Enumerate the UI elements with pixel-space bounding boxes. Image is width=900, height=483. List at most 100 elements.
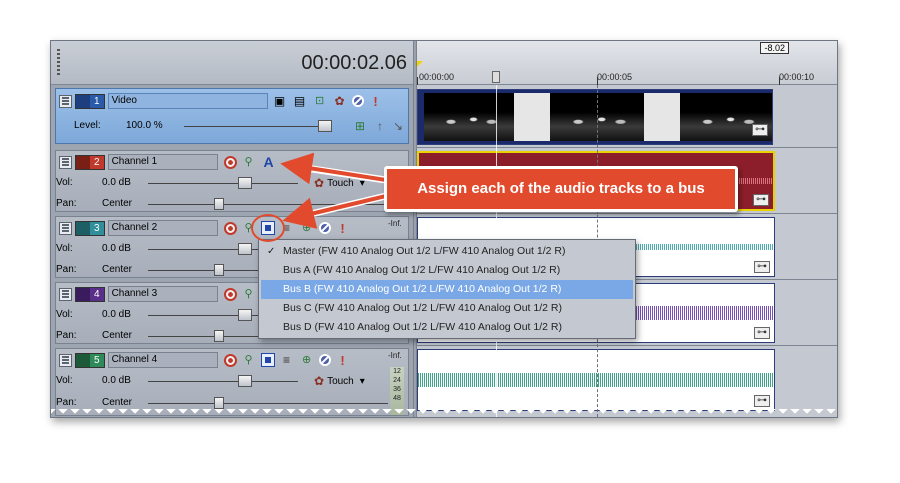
record-arm-icon[interactable] <box>223 155 237 169</box>
pan-slider[interactable] <box>148 336 258 337</box>
menu-item-bus-d[interactable]: Bus D (FW 410 Analog Out 1/2 L/FW 410 An… <box>261 318 633 337</box>
annotation-callout: Assign each of the audio tracks to a bus <box>384 166 738 212</box>
level-slider-knob[interactable] <box>318 120 332 132</box>
vol-slider-knob[interactable] <box>238 309 252 321</box>
mute-icon[interactable] <box>318 222 331 234</box>
solo-icon[interactable]: ! <box>335 352 351 368</box>
gear-icon[interactable]: ✿ <box>332 93 348 109</box>
level-slider[interactable] <box>184 126 324 127</box>
insert-fx-icon[interactable]: ⊕ <box>299 352 315 368</box>
pan-slider-knob[interactable] <box>214 198 224 210</box>
parent-icon[interactable]: ↑ <box>372 118 388 134</box>
automation-icon[interactable]: A <box>261 154 277 170</box>
timeline-ruler[interactable]: 00:00:00 00:00:05 00:00:10 -8.02 <box>417 41 837 85</box>
gear-icon: ✿ <box>314 374 325 388</box>
track-name[interactable]: Channel 4 <box>107 352 218 368</box>
playhead-handle[interactable] <box>492 71 500 83</box>
track-menu-icon[interactable] <box>59 353 72 367</box>
solo-icon[interactable]: ! <box>335 220 351 236</box>
vol-value: 0.0 dB <box>102 309 131 320</box>
pan-value: Center <box>102 198 133 209</box>
track-list-icon[interactable]: ≡ <box>279 352 295 368</box>
automation-mode-button[interactable]: ✿ Touch ▾ <box>314 176 365 190</box>
vol-slider-knob[interactable] <box>238 375 252 387</box>
insert-fx-icon[interactable]: ⊕ <box>299 220 315 236</box>
vol-slider-knob[interactable] <box>238 243 252 255</box>
pan-value: Center <box>102 330 133 341</box>
automation-mode-button[interactable]: ✿ Touch ▾ <box>314 374 365 388</box>
record-arm-icon[interactable] <box>223 353 237 367</box>
bypass-icon[interactable]: ⊞ <box>352 118 368 134</box>
compositing-icon[interactable]: ⊡ <box>312 93 328 109</box>
chevron-down-icon: ▾ <box>359 177 365 189</box>
fx-chain-icon[interactable]: ⚲ <box>241 352 257 368</box>
chevron-down-icon: ▾ <box>359 375 365 387</box>
track-header-channel-1[interactable]: 2 Channel 1 ⚲ A Vol: 0.0 dB ✿ Touch ▾ Pa… <box>55 150 409 212</box>
pan-label: Pan: <box>56 330 77 341</box>
grip-handle-icon[interactable] <box>57 49 60 75</box>
track-name[interactable]: Channel 1 <box>107 154 218 170</box>
vol-label: Vol: <box>56 243 73 254</box>
bus-assign-dropdown[interactable]: Master (FW 410 Analog Out 1/2 L/FW 410 A… <box>258 239 636 339</box>
meter-peak-readout: -Inf. <box>388 351 402 360</box>
track-name[interactable]: Video <box>107 93 268 109</box>
audio-track-icon <box>76 287 90 301</box>
mute-icon[interactable] <box>351 95 364 107</box>
thumbnail-gap <box>514 93 550 141</box>
track-header-video[interactable]: 1 Video ▣ ▤ ⊡ ✿ ! Level: 100.0 % ⊞ ↑ ↘ <box>55 88 409 144</box>
vol-value: 0.0 dB <box>102 375 131 386</box>
pan-label: Pan: <box>56 264 77 275</box>
event-fx-icon[interactable]: ⊶ <box>753 194 769 206</box>
track-number: 2 <box>75 154 105 170</box>
vegas-timeline-window: 00:00:02.06 00:00:00 00:00:05 00:00:10 -… <box>50 40 838 418</box>
child-icon[interactable]: ↘ <box>390 118 406 134</box>
motion-icon[interactable]: ▤ <box>292 93 308 109</box>
video-clip[interactable]: ⊶ <box>417 89 773 145</box>
event-fx-icon[interactable]: ⊶ <box>752 124 768 136</box>
time-display: 00:00:02.06 <box>301 52 407 74</box>
event-fx-icon[interactable]: ⊶ <box>754 395 770 407</box>
meter-tick: 24 <box>393 377 401 384</box>
level-readout: -8.02 <box>760 42 789 54</box>
pan-slider-knob[interactable] <box>214 397 224 409</box>
timeline-lane-channel-4[interactable]: ⊶ <box>417 346 837 417</box>
pan-slider[interactable] <box>148 403 388 404</box>
track-menu-icon[interactable] <box>59 221 72 235</box>
menu-item-bus-a[interactable]: Bus A (FW 410 Analog Out 1/2 L/FW 410 An… <box>261 261 633 280</box>
vol-slider[interactable] <box>148 381 298 382</box>
track-list-header: 00:00:02.06 <box>51 41 413 85</box>
track-name[interactable]: Channel 2 <box>107 220 218 236</box>
fx-chain-icon[interactable]: ⚲ <box>241 286 257 302</box>
vol-slider[interactable] <box>148 183 298 184</box>
fx-icon[interactable]: ▣ <box>272 93 288 109</box>
pan-slider[interactable] <box>148 204 388 205</box>
menu-item-master[interactable]: Master (FW 410 Analog Out 1/2 L/FW 410 A… <box>261 242 633 261</box>
bus-assign-button[interactable] <box>260 353 275 367</box>
vol-slider-knob[interactable] <box>238 177 252 189</box>
solo-icon[interactable]: ! <box>368 93 384 109</box>
track-menu-icon[interactable] <box>59 287 72 301</box>
fx-chain-icon[interactable]: ⚲ <box>241 154 257 170</box>
thumbnail-gap <box>644 93 680 141</box>
vol-label: Vol: <box>56 375 73 386</box>
marker-flag-icon[interactable] <box>417 61 423 67</box>
track-menu-icon[interactable] <box>59 94 72 108</box>
mute-icon[interactable] <box>318 354 331 366</box>
timeline-lane-video[interactable]: ⊶ <box>417 85 837 148</box>
menu-item-bus-b[interactable]: Bus B (FW 410 Analog Out 1/2 L/FW 410 An… <box>261 280 633 299</box>
audio-waveform <box>418 373 774 387</box>
pan-slider-knob[interactable] <box>214 264 224 276</box>
menu-item-bus-c[interactable]: Bus C (FW 410 Analog Out 1/2 L/FW 410 An… <box>261 299 633 318</box>
record-arm-icon[interactable] <box>223 221 237 235</box>
audio-clip[interactable]: ⊶ <box>417 349 775 411</box>
video-thumbnail <box>424 93 514 141</box>
event-fx-icon[interactable]: ⊶ <box>754 261 770 273</box>
ruler-label-0: 00:00:00 <box>419 72 455 82</box>
track-header-channel-4[interactable]: 5 Channel 4 ⚲ ≡ ⊕ ! -Inf. 12 24 36 48 Vo… <box>55 348 409 416</box>
vol-label: Vol: <box>56 177 73 188</box>
track-menu-icon[interactable] <box>59 155 72 169</box>
track-name[interactable]: Channel 3 <box>107 286 218 302</box>
event-fx-icon[interactable]: ⊶ <box>754 327 770 339</box>
record-arm-icon[interactable] <box>223 287 237 301</box>
pan-slider-knob[interactable] <box>214 330 224 342</box>
